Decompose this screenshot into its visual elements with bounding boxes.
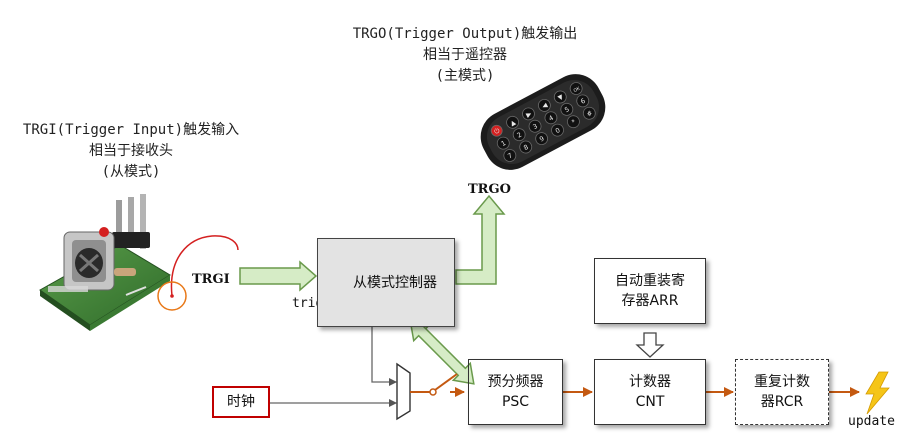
counter-abbr: CNT	[635, 394, 665, 410]
clock-block: 时钟	[212, 386, 270, 418]
mux-selector	[396, 362, 411, 421]
repetition-counter-block: 重复计数 器RCR	[735, 359, 829, 425]
auto-reload-line-1: 自动重装寄	[615, 273, 685, 289]
trgo-label: TRGO	[468, 182, 511, 197]
prescaler-block: 预分频器 PSC	[468, 359, 563, 425]
auto-reload-line-2: 存器ARR	[621, 293, 679, 309]
trgi-caption-line-2: 相当于接收头	[89, 143, 173, 159]
clock-label: 时钟	[227, 394, 255, 410]
controller-to-mux-line	[371, 327, 397, 386]
trgo-output-arrow	[455, 194, 506, 285]
update-bolt-icon	[865, 371, 890, 415]
update-label: update	[848, 414, 895, 429]
trgo-caption-line-1: TRGO(Trigger Output)触发输出	[352, 26, 578, 42]
counter-label: 计数器	[629, 374, 671, 390]
trgo-caption-line-2: 相当于遥控器	[423, 47, 507, 63]
trgi-caption: TRGI(Trigger Input)触发输入 相当于接收头 (从模式)	[0, 120, 262, 183]
repetition-line-1: 重复计数	[754, 374, 810, 390]
auto-reload-register-block: 自动重装寄 存器ARR	[594, 258, 706, 324]
ir-receiver-module-icon	[39, 194, 171, 331]
arr-to-cnt-arrow	[635, 332, 665, 358]
trgi-caption-line-3: (从模式)	[101, 164, 161, 180]
slave-mode-controller: 从模式控制器	[317, 238, 455, 327]
trgi-caption-line-1: TRGI(Trigger Input)触发输入	[22, 122, 240, 138]
trgo-caption: TRGO(Trigger Output)触发输出 相当于遥控器 (主模式)	[320, 24, 610, 87]
slave-mode-controller-label: 从模式控制器	[353, 274, 437, 291]
trgo-caption-line-3: (主模式)	[435, 68, 495, 84]
counter-block: 计数器 CNT	[594, 359, 706, 425]
trgi-input-arrow	[239, 260, 318, 292]
prescaler-label: 预分频器	[487, 374, 544, 390]
repetition-line-2: 器RCR	[760, 394, 804, 410]
trgi-label: TRGI	[192, 272, 230, 287]
prescaler-abbr: PSC	[501, 394, 530, 410]
